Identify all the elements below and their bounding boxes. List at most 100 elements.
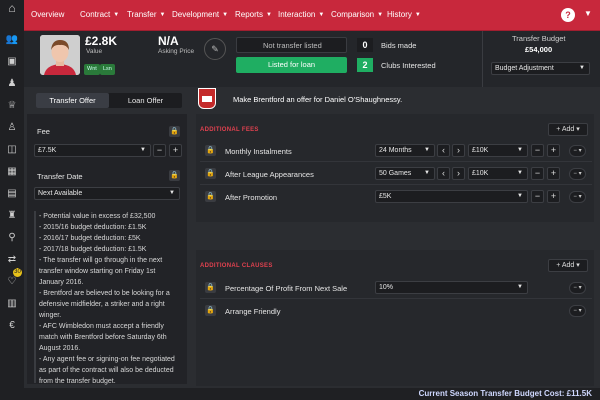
player-value-label: Value [86,48,103,55]
home-icon[interactable]: ⌂ [5,2,19,14]
fee-row-label: Monthly Instalments [225,147,292,156]
finance-icon[interactable]: ▥ [5,298,19,310]
search-icon[interactable]: ⚲ [5,232,19,244]
decrease-button[interactable]: − [531,167,544,180]
money-icon[interactable]: € [5,320,19,332]
appearance-fee-input[interactable]: £10K ▼ [468,167,528,180]
people-icon[interactable]: 👥 [5,34,19,46]
transfer-date-dropdown[interactable]: Next Available ▼ [34,187,180,200]
menu-history-label: History [387,10,412,19]
player-avatar [40,35,80,75]
remove-clause-icon[interactable]: − ▾ [569,168,586,180]
instalment-amount-input[interactable]: £10K ▼ [468,144,528,157]
note-line: as part of the contract will also be ded… [39,367,174,374]
tab-loan-offer[interactable]: Loan Offer [109,93,182,108]
brentford-crest-icon [198,88,216,109]
lock-icon[interactable]: 🔒 [169,170,180,181]
board-icon[interactable]: ♜ [5,210,19,222]
asking-price: N/A [158,34,179,48]
add-fee-label: Add [561,126,575,133]
increase-button[interactable]: + [547,167,560,180]
menu-contract[interactable]: Contract ▼ [80,10,119,19]
additional-clauses-header: ADDITIONAL CLAUSES [200,263,273,269]
menu-history[interactable]: History ▼ [387,10,421,19]
medical-icon[interactable]: ♡ [5,276,19,288]
promotion-fee-input[interactable]: £5K ▼ [375,190,528,203]
sidebar: ⌂ 👥 ▣ ♟ ♕ ♙ ◫ ▦ ▤ ♜ ⚲ ⇄ 30 ♡ ▥ € [0,0,24,400]
profit-percentage-dropdown[interactable]: 10% ▼ [375,281,528,294]
menu-reports[interactable]: Reports ▼ [235,10,272,19]
fee-increase-button[interactable]: + [169,144,182,157]
lock-icon[interactable]: 🔒 [205,282,216,293]
note-line: transfer window starting on Friday 1st [39,268,156,275]
next-button[interactable]: › [452,167,465,180]
decrease-button[interactable]: − [531,144,544,157]
chevron-down-icon: ▼ [517,170,523,176]
transfers-icon[interactable]: ⇄ [5,254,19,266]
lock-icon[interactable]: 🔒 [169,126,180,137]
increase-button[interactable]: + [547,190,560,203]
tab-transfer-offer[interactable]: Transfer Offer [36,93,109,108]
note-line: - AFC Wimbledon must accept a friendly [39,323,164,330]
transfer-listed-label: Not transfer listed [263,41,322,50]
next-button[interactable]: › [452,144,465,157]
listed-for-loan-button[interactable]: Listed for loan [236,57,347,73]
note-line: winger. [39,312,62,319]
instalments-value: 24 Months [379,147,412,154]
games-dropdown[interactable]: 50 Games ▼ [375,167,435,180]
calendar-icon[interactable]: ▦ [5,166,19,178]
add-clause-button[interactable]: + Add ▾ [548,259,588,272]
increase-button[interactable]: + [547,144,560,157]
budget-amount: £54,000 [525,45,553,54]
footer-bar: Current Season Transfer Budget Cost: £11… [24,388,600,400]
asking-price-label: Asking Price [158,48,195,55]
remove-clause-icon[interactable]: − ▾ [569,191,586,203]
transfer-date-value: Next Available [38,190,83,197]
decrease-button[interactable]: − [531,190,544,203]
previous-button[interactable]: ‹ [437,167,450,180]
fee-input[interactable]: £7.5K ▼ [34,144,151,157]
note-line: - Any agent fee or signing-on fee negoti… [39,356,175,363]
transfer-listed-status: Not transfer listed [236,37,347,53]
remove-clause-icon[interactable]: − ▾ [569,305,586,317]
menu-interaction[interactable]: Interaction ▼ [278,10,324,19]
fee-row-label: After Promotion [225,193,278,202]
chevron-down-icon: ▼ [579,65,585,71]
staff-icon[interactable]: ◫ [5,144,19,156]
menu-overview[interactable]: Overview [31,10,64,19]
note-line: January 2016. [39,279,84,286]
previous-button[interactable]: ‹ [437,144,450,157]
remove-clause-icon[interactable]: − ▾ [569,145,586,157]
transfer-date-label: Transfer Date [37,172,83,181]
lock-icon[interactable]: 🔒 [205,305,216,316]
report-icon[interactable]: ▤ [5,188,19,200]
squad-icon[interactable]: ♟ [5,78,19,90]
offer-tabs: Transfer Offer Loan Offer [36,93,182,108]
note-line: - 2015/16 budget deduction: £1.5K [39,224,147,231]
more-menu-icon[interactable]: ▼ [584,9,592,18]
inbox-icon[interactable]: ▣ [5,56,19,68]
chevron-down-icon: ▼ [159,12,166,18]
fee-decrease-button[interactable]: − [153,144,166,157]
menu-comparison[interactable]: Comparison ▼ [331,10,383,19]
lock-icon[interactable]: 🔒 [205,191,216,202]
instalments-dropdown[interactable]: 24 Months ▼ [375,144,435,157]
trophy-icon[interactable]: ♕ [5,100,19,112]
remove-clause-icon[interactable]: − ▾ [569,282,586,294]
tactics-icon[interactable]: ♙ [5,122,19,134]
lock-icon[interactable]: 🔒 [205,168,216,179]
edit-icon[interactable]: ✎ [204,38,226,60]
menu-comparison-label: Comparison [331,10,375,19]
add-clause-label: Add [561,262,575,269]
menu-transfer[interactable]: Transfer ▼ [127,10,165,19]
chevron-down-icon: ▼ [424,170,430,176]
note-line: match with Brentford before Saturday 6th [39,334,167,341]
budget-adjustment-dropdown[interactable]: Budget Adjustment ▼ [491,62,590,75]
menu-development[interactable]: Development ▼ [172,10,228,19]
chevron-down-icon: ▼ [318,12,325,18]
note-line: August 2016. [39,345,81,352]
add-fee-button[interactable]: + Add ▾ [548,123,588,136]
divider [200,298,592,299]
lock-icon[interactable]: 🔒 [205,145,216,156]
help-icon[interactable]: ? [561,8,575,22]
